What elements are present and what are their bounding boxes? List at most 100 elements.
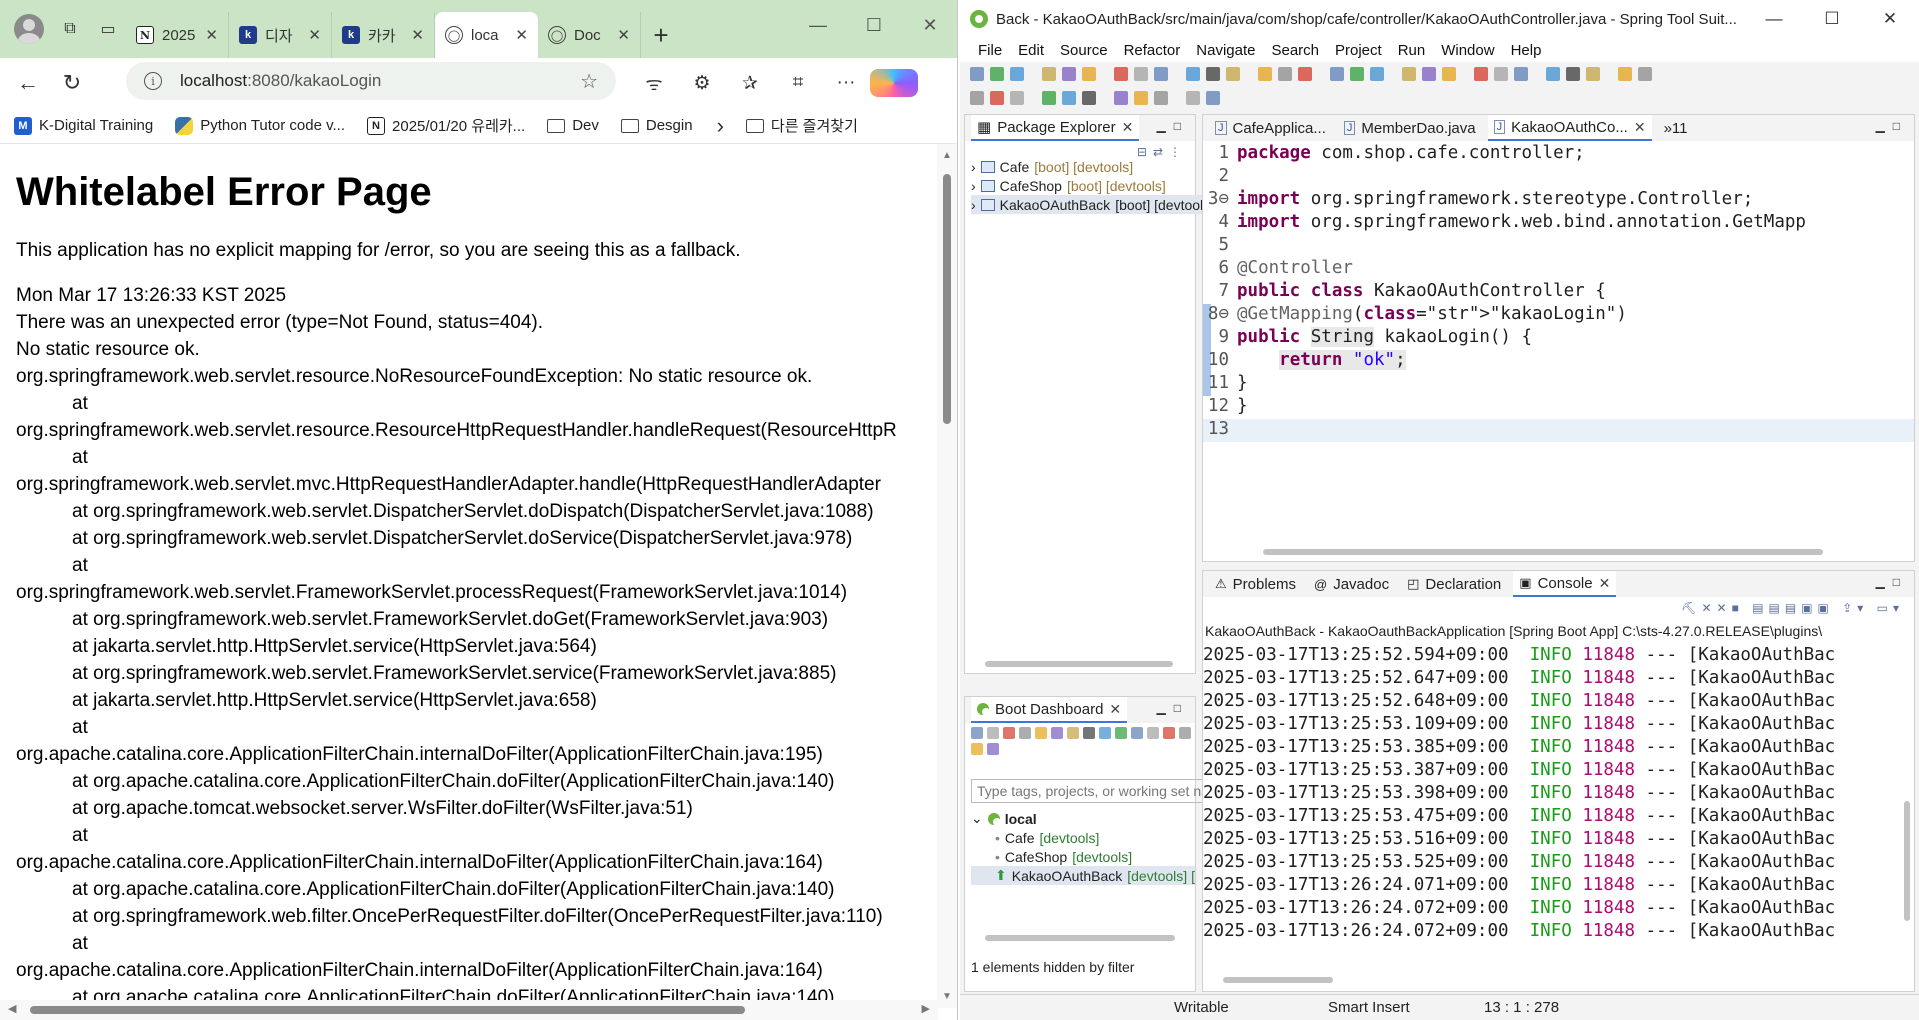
boot-tool-icon[interactable]	[1163, 727, 1175, 739]
toolbar-tool-icon[interactable]	[1206, 67, 1220, 81]
code-line[interactable]: 4 import org.springframework.web.bind.ann…	[1203, 212, 1914, 235]
site-info-icon[interactable]: i	[144, 72, 162, 90]
expand-chevron-icon[interactable]: ›	[971, 178, 976, 194]
toolbar-tool-icon[interactable]	[1258, 67, 1272, 81]
toolbar-tool-icon[interactable]	[1546, 67, 1560, 81]
boot-tool-icon[interactable]	[1035, 727, 1047, 739]
menu-file[interactable]: File	[970, 42, 1010, 59]
scroll-right-icon[interactable]: ▶	[922, 1002, 930, 1015]
browser-tab[interactable]: N 2025 ✕	[126, 12, 229, 58]
read-aloud-icon[interactable]: ᯤ	[630, 70, 678, 96]
local-group[interactable]: ⌄ local	[971, 809, 1195, 828]
toolbar-tool-icon[interactable]	[1298, 67, 1312, 81]
project-item[interactable]: › Cafe [boot] [devtools]	[971, 157, 1210, 176]
pkg-scrollbar[interactable]	[985, 661, 1173, 667]
menu-refactor[interactable]: Refactor	[1116, 42, 1189, 59]
menu-window[interactable]: Window	[1433, 42, 1502, 59]
new-tab-button[interactable]: +	[641, 12, 681, 58]
toolbar-tool-icon[interactable]	[1422, 67, 1436, 81]
toolbar-tool-icon[interactable]	[990, 91, 1004, 105]
minimize-icon[interactable]: —	[790, 0, 846, 50]
bookmark-item[interactable]: M K-Digital Training	[14, 116, 175, 135]
refresh-icon[interactable]: ↻	[50, 63, 94, 103]
toolbar-tool-icon[interactable]	[970, 91, 984, 105]
project-item[interactable]: › KakaoOAuthBack [boot] [devtools	[971, 195, 1211, 214]
tab-package-explorer[interactable]: ▦ Package Explorer ✕	[971, 115, 1140, 141]
boot-app-item[interactable]: • CafeShop [devtools]	[971, 847, 1195, 866]
close-tab-icon[interactable]: ✕	[617, 26, 630, 44]
extensions-icon[interactable]: ⚙	[678, 72, 726, 95]
boot-tool-icon[interactable]	[1099, 727, 1111, 739]
boot-tool-icon[interactable]	[971, 743, 983, 755]
toolbar-tool-icon[interactable]	[1102, 67, 1108, 81]
page-vertical-scrollbar[interactable]: ▲ ▼	[937, 144, 957, 1008]
close-icon[interactable]: ✕	[1634, 119, 1646, 136]
tab-declaration[interactable]: ◰ Declaration	[1401, 571, 1507, 597]
toolbar-tool-icon[interactable]	[1442, 67, 1456, 81]
console-vscroll[interactable]	[1904, 801, 1910, 921]
tab-javadoc[interactable]: @ Javadoc	[1308, 571, 1395, 597]
pane-min-max-icons[interactable]: ▁□	[1876, 119, 1908, 133]
boot-tool-icon[interactable]	[1051, 727, 1063, 739]
toolbar-tool-icon[interactable]	[1534, 67, 1540, 81]
toolbar-tool-icon[interactable]	[1134, 67, 1148, 81]
menu-search[interactable]: Search	[1263, 42, 1327, 59]
editor-tab[interactable]: J KakaoOAuthCo... ✕	[1487, 115, 1652, 141]
toolbar-tool-icon[interactable]	[1154, 91, 1168, 105]
project-item[interactable]: › CafeShop [boot] [devtools]	[971, 176, 1210, 195]
boot-tool-icon[interactable]	[1147, 727, 1159, 739]
vertical-tabs-icon[interactable]: ▭	[96, 17, 120, 41]
bookmark-item[interactable]: Python Tutor code v...	[175, 116, 367, 135]
tab-boot-dashboard[interactable]: Boot Dashboard ✕	[971, 697, 1128, 723]
toolbar-tool-icon[interactable]	[1350, 67, 1364, 81]
toolbar-tool-icon[interactable]	[1186, 91, 1200, 105]
toolbar-tool-icon[interactable]	[1114, 67, 1128, 81]
code-line[interactable]: 3⊖ import org.springframework.stereotype.…	[1203, 189, 1914, 212]
toolbar-tool-icon[interactable]	[1102, 91, 1108, 105]
editor-tab[interactable]: »11	[1658, 115, 1694, 141]
code-line[interactable]: 6 @Controller	[1203, 258, 1914, 281]
toolbar-tool-icon[interactable]	[1330, 67, 1344, 81]
profile-avatar[interactable]	[14, 14, 44, 44]
scroll-down-icon[interactable]: ▼	[942, 991, 952, 1002]
toolbar-tool-icon[interactable]	[1390, 67, 1396, 81]
toolbar-tool-icon[interactable]	[1154, 67, 1168, 81]
scroll-left-icon[interactable]: ◀	[8, 1002, 16, 1015]
pane-min-max-icons[interactable]: ▁□	[1157, 701, 1189, 715]
toolbar-tool-icon[interactable]	[1586, 67, 1600, 81]
boot-tool-icon[interactable]	[1131, 727, 1143, 739]
toolbar-tool-icon[interactable]	[1462, 67, 1468, 81]
code-line[interactable]: 10 return "ok";	[1203, 350, 1914, 373]
code-line[interactable]: 12}	[1203, 396, 1914, 419]
minimize-icon[interactable]: —	[1745, 0, 1803, 38]
console-toolbar-icons[interactable]: ⛏✕✕■ ▤▤▤▣▣ ⇪▾ ▭▾	[1681, 601, 1904, 615]
toolbar-tool-icon[interactable]	[1618, 67, 1632, 81]
close-icon[interactable]: ✕	[1122, 119, 1134, 136]
toolbar-tool-icon[interactable]	[1606, 67, 1612, 81]
bookmark-item[interactable]: Desgin	[620, 117, 715, 134]
boot-tool-icon[interactable]	[1003, 727, 1015, 739]
toolbar-tool-icon[interactable]	[1042, 67, 1056, 81]
bookmark-item[interactable]: Dev	[547, 117, 621, 134]
address-bar[interactable]: i localhost:8080/kakaoLogin ☆	[126, 62, 616, 100]
boot-tool-icon[interactable]	[1019, 727, 1031, 739]
toolbar-tool-icon[interactable]	[1402, 67, 1416, 81]
toolbar-tool-icon[interactable]	[1062, 91, 1076, 105]
editor-scrollbar[interactable]	[1263, 549, 1823, 555]
toolbar-tool-icon[interactable]	[1114, 91, 1128, 105]
code-line[interactable]: 1 package com.shop.cafe.controller;	[1203, 143, 1914, 166]
boot-app-item[interactable]: ⬆ KakaoOAuthBack [devtools] [	[971, 866, 1195, 885]
page-horizontal-scrollbar[interactable]: ◀ ▶	[0, 1000, 938, 1020]
boot-tool-icon[interactable]	[1067, 727, 1079, 739]
code-line[interactable]: 5	[1203, 235, 1914, 258]
boot-tool-icon[interactable]	[971, 727, 983, 739]
console-output[interactable]: 2025-03-17T13:25:52.594+09:00 INFO 11848…	[1203, 645, 1914, 944]
toolbar-tool-icon[interactable]	[1062, 67, 1076, 81]
screenshot-icon[interactable]: ⌗	[774, 72, 822, 94]
close-icon[interactable]: ✕	[1109, 701, 1121, 718]
more-options-icon[interactable]: ···	[822, 72, 870, 94]
toolbar-tool-icon[interactable]	[1514, 67, 1528, 81]
code-editor[interactable]: 1 package com.shop.cafe.controller; 2 3⊖ imp…	[1203, 143, 1914, 442]
copilot-icon[interactable]	[870, 69, 918, 97]
hscroll-thumb[interactable]	[30, 1006, 745, 1014]
